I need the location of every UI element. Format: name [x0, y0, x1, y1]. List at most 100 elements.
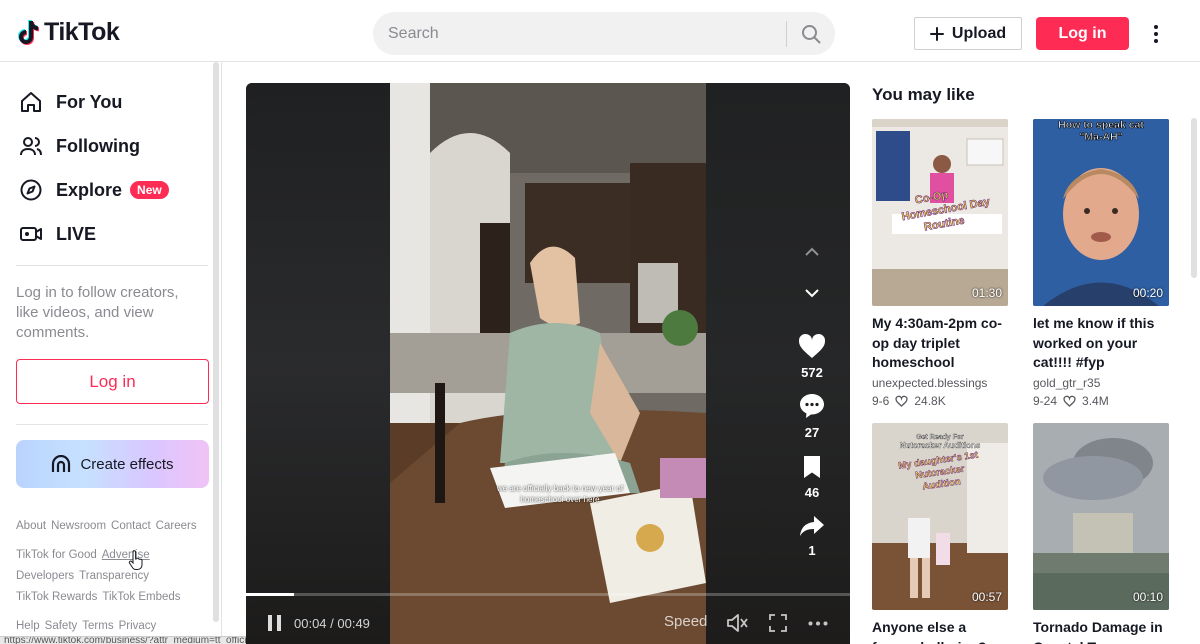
- you-may-like-heading: You may like: [872, 85, 975, 104]
- sidebar-login-button[interactable]: Log in: [16, 359, 209, 404]
- more-horizontal-icon[interactable]: [808, 621, 828, 626]
- recommendation-thumbnail[interactable]: How to speak cat "Ma-AH" 00:20: [1033, 119, 1169, 306]
- pause-icon[interactable]: [266, 614, 284, 632]
- footer-link-developers[interactable]: Developers: [16, 570, 74, 582]
- search-button[interactable]: [787, 12, 835, 55]
- recommendation-title[interactable]: Anyone else a former ballerina?: [872, 618, 1008, 644]
- video-scene-image: [390, 83, 706, 644]
- video-duration: 00:20: [1132, 286, 1163, 300]
- video-time: 00:04 / 00:49: [294, 615, 370, 631]
- video-progress-bar[interactable]: [246, 593, 850, 596]
- video-caption: we are officially back to new year of ho…: [496, 484, 624, 504]
- footer-links-row-4: TikTok Rewards TikTok Embeds: [16, 591, 181, 603]
- sidebar-divider: [16, 265, 208, 266]
- footer-link-terms[interactable]: Terms: [82, 620, 113, 632]
- header-login-button[interactable]: Log in: [1036, 17, 1129, 50]
- footer-link-contact[interactable]: Contact: [111, 520, 151, 532]
- create-effects-label: Create effects: [80, 455, 174, 473]
- save-button[interactable]: 46: [794, 455, 830, 500]
- volume-icon[interactable]: [726, 613, 748, 633]
- nav-explore-label: Explore: [56, 179, 123, 200]
- footer-link-privacy[interactable]: Privacy: [119, 620, 157, 632]
- recommendations-scrollbar[interactable]: [1191, 118, 1197, 278]
- sidebar-scrollbar[interactable]: [213, 62, 219, 622]
- thumbnail-overlay-text: Get Ready For Nutcracker Auditions My da…: [897, 434, 981, 493]
- fullscreen-icon[interactable]: [768, 613, 788, 633]
- recommendation-likes: 3.4M: [1082, 394, 1109, 408]
- footer-link-tiktok-rewards[interactable]: TikTok Rewards: [16, 591, 97, 603]
- recommendation-card[interactable]: Get Ready For Nutcracker Auditions My da…: [872, 423, 1008, 644]
- live-icon: [18, 221, 44, 247]
- share-icon: [800, 516, 824, 536]
- speed-button[interactable]: Speed: [664, 613, 707, 630]
- footer-link-newsroom[interactable]: Newsroom: [51, 520, 106, 532]
- share-button[interactable]: 1: [794, 515, 830, 558]
- svg-text:How to speak cat: How to speak cat: [1058, 119, 1144, 131]
- upload-button[interactable]: Upload: [914, 17, 1022, 50]
- thumbnail-overlay-text: How to speak cat "Ma-AH": [1058, 119, 1145, 143]
- heart-outline-icon: [895, 395, 908, 407]
- chevron-down-icon: [805, 289, 819, 298]
- like-count: 572: [801, 365, 823, 380]
- recommendation-card[interactable]: How to speak cat "Ma-AH" 00:20 let me kn…: [1033, 119, 1169, 408]
- nav-for-you-label: For You: [56, 91, 123, 112]
- footer-link-transparency[interactable]: Transparency: [79, 570, 149, 582]
- footer-link-careers[interactable]: Careers: [156, 520, 197, 532]
- thumbnail-overlay-text: Co-Op Homeschool Day Routine: [900, 189, 991, 234]
- search-input[interactable]: [373, 12, 786, 55]
- recommendation-thumbnail[interactable]: Get Ready For Nutcracker Auditions My da…: [872, 423, 1008, 610]
- heart-icon: [798, 333, 826, 358]
- footer-links-row-1: About Newsroom Contact Careers: [16, 520, 197, 532]
- cursor-hand-icon: [128, 550, 143, 570]
- nav-for-you[interactable]: For You: [18, 89, 122, 115]
- save-count: 46: [804, 485, 820, 500]
- tiktok-logo[interactable]: TikTok: [16, 18, 120, 47]
- footer-link-about[interactable]: About: [16, 520, 46, 532]
- footer-links-row-3: Developers Transparency: [16, 570, 149, 582]
- footer-links-row-5: Help Safety Terms Privacy: [16, 620, 156, 632]
- recommendation-author[interactable]: unexpected.blessings: [872, 376, 1008, 390]
- recommendation-thumbnail[interactable]: 00:10: [1033, 423, 1169, 610]
- login-prompt-text: Log in to follow creators, like videos, …: [16, 284, 179, 341]
- comment-button[interactable]: 27: [794, 393, 830, 440]
- heart-outline-icon: [1063, 395, 1076, 407]
- recommendation-card[interactable]: Co-Op Homeschool Day Routine 01:30 My 4:…: [872, 119, 1008, 408]
- recommendation-title[interactable]: let me know if this worked on your cat!!…: [1033, 314, 1169, 372]
- recommendation-card[interactable]: 00:10 Tornado Damage in Coastal Town: [1033, 423, 1169, 644]
- nav-explore[interactable]: Explore New: [18, 177, 169, 203]
- nav-following[interactable]: Following: [18, 133, 140, 159]
- logo-text: TikTok: [44, 18, 120, 46]
- recommendation-title[interactable]: Tornado Damage in Coastal Town: [1033, 618, 1169, 644]
- video-duration: 00:10: [1132, 590, 1163, 604]
- svg-text:Nutcracker Auditions: Nutcracker Auditions: [900, 441, 981, 450]
- recommendation-meta: 9-6 24.8K: [872, 394, 1008, 408]
- previous-video-button[interactable]: [794, 247, 830, 257]
- create-effects-button[interactable]: Create effects: [16, 440, 209, 488]
- share-count: 1: [808, 543, 816, 558]
- recommendation-author[interactable]: gold_gtr_r35: [1033, 376, 1169, 390]
- like-button[interactable]: 572: [794, 333, 830, 380]
- player-controls-bar: 00:04 / 00:49 Speed: [246, 603, 850, 643]
- new-badge: New: [130, 181, 169, 199]
- home-icon: [18, 89, 44, 115]
- nav-live[interactable]: LIVE: [18, 221, 96, 247]
- nav-live-label: LIVE: [56, 223, 97, 244]
- search-icon: [802, 24, 821, 43]
- recommendation-date: 9-24: [1033, 394, 1058, 408]
- next-video-button[interactable]: [794, 288, 830, 298]
- footer-link-safety[interactable]: Safety: [45, 620, 78, 632]
- comment-count: 27: [804, 425, 820, 440]
- video-duration: 01:30: [971, 286, 1002, 300]
- thumbnail-image: [1033, 423, 1169, 610]
- recommendation-title[interactable]: My 4:30am-2pm co-op day triplet homescho…: [872, 314, 1008, 372]
- more-options-button[interactable]: [1146, 22, 1166, 46]
- kebab-menu-icon: [1154, 25, 1158, 43]
- video-blur-left: [246, 83, 390, 644]
- svg-text:"Ma-AH": "Ma-AH": [1079, 131, 1122, 143]
- footer-link-help[interactable]: Help: [16, 620, 40, 632]
- recommendation-thumbnail[interactable]: Co-Op Homeschool Day Routine 01:30: [872, 119, 1008, 306]
- video-frame[interactable]: we are officially back to new year of ho…: [390, 83, 706, 644]
- footer-link-tiktok-embeds[interactable]: TikTok Embeds: [102, 591, 180, 603]
- video-player[interactable]: we are officially back to new year of ho…: [246, 83, 850, 644]
- footer-link-tiktok-for-good[interactable]: TikTok for Good: [16, 549, 97, 561]
